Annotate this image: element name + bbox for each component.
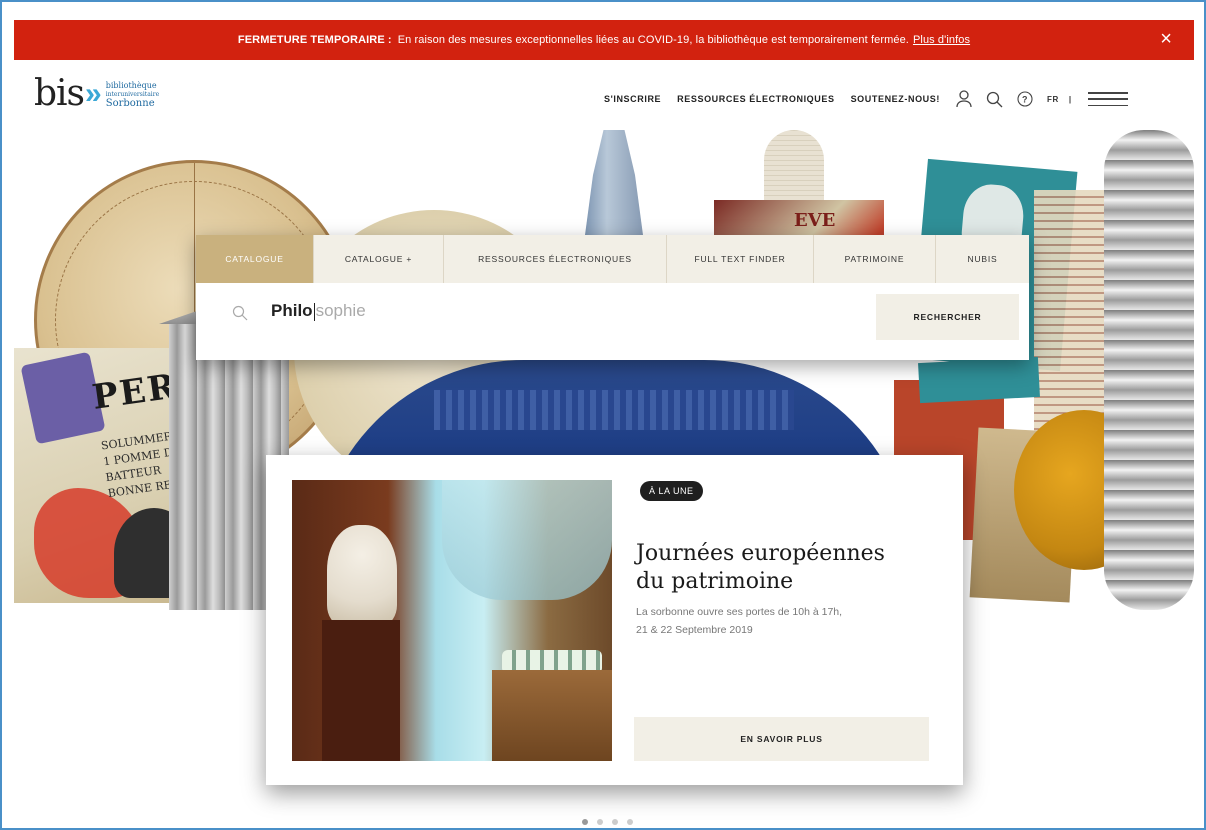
text-caret (313, 302, 315, 321)
tab-catalogue-plus[interactable]: CATALOGUE + (314, 235, 444, 283)
library-reading-room-photo (292, 480, 612, 761)
search-panel: CATALOGUE CATALOGUE + RESSOURCES ÉLECTRO… (196, 235, 1029, 360)
learn-more-button[interactable]: EN SAVOIR PLUS (634, 717, 929, 761)
language-fr[interactable]: FR (1047, 95, 1059, 104)
bust-statue (327, 525, 397, 625)
search-icon[interactable] (986, 91, 1003, 108)
logo-line-1: bibliothèque (105, 80, 157, 90)
tab-catalogue[interactable]: CATALOGUE (196, 235, 314, 283)
search-tabs: CATALOGUE CATALOGUE + RESSOURCES ÉLECTRO… (196, 235, 1029, 283)
alert-label: FERMETURE TEMPORAIRE : (237, 34, 392, 46)
help-icon[interactable]: ? (1017, 91, 1033, 107)
nav-electronic-resources-link[interactable]: RESSOURCES ÉLECTRONIQUES (677, 94, 834, 104)
search-input[interactable]: Philo sophie (271, 301, 771, 321)
nav-support-link[interactable]: SOUTENEZ-NOUS! (851, 94, 940, 104)
carousel-dot-4[interactable] (627, 819, 633, 825)
teal-strip (918, 356, 1040, 404)
covid-alert-banner: FERMETURE TEMPORAIRE : En raison des mes… (14, 20, 1194, 60)
search-row: Philo sophie RECHERCHER (196, 283, 1029, 360)
feature-description: La sorbonne ouvre ses portes de 10h à 17… (636, 606, 843, 636)
close-icon[interactable]: × (1160, 29, 1172, 49)
feature-title: Journées européennes du patrimoine (636, 541, 885, 594)
logo-bis: bis (34, 73, 85, 114)
carousel-dot-3[interactable] (612, 819, 618, 825)
user-icon[interactable] (956, 90, 972, 108)
carousel-dot-2[interactable] (597, 819, 603, 825)
nav-register-link[interactable]: S'INSCRIRE (604, 94, 661, 104)
carousel-dot-1[interactable] (582, 819, 588, 825)
ornamental-column-image (1104, 130, 1194, 610)
language-separator: | (1068, 94, 1072, 104)
logo-subtitle: bibliothèque interuniversitaire Sorbonne (105, 80, 159, 109)
alert-message: En raison des mesures exceptionnelles li… (397, 34, 909, 46)
logo-chevrons: » (85, 77, 102, 110)
search-autocomplete: sophie (315, 301, 366, 320)
menu-hamburger-icon[interactable] (1087, 92, 1128, 106)
tab-electronic-resources[interactable]: RESSOURCES ÉLECTRONIQUES (444, 235, 667, 283)
alert-more-info-link[interactable]: Plus d'infos (913, 34, 970, 46)
featured-news-card: À LA UNE Journées européennes du patrimo… (266, 455, 963, 785)
tab-patrimoine[interactable]: PATRIMOINE (814, 235, 936, 283)
headline-badge: À LA UNE (640, 481, 703, 501)
logo-line-3: Sorbonne (105, 97, 155, 109)
search-field-icon (232, 305, 248, 321)
tab-nubis[interactable]: NUBIS (936, 235, 1029, 283)
site-logo[interactable]: bis » bibliothèque interuniversitaire So… (34, 74, 159, 114)
search-button[interactable]: RECHERCHER (876, 294, 1019, 340)
manuscript-text: EVE (794, 210, 836, 231)
svg-text:?: ? (1022, 95, 1028, 105)
tab-full-text-finder[interactable]: FULL TEXT FINDER (667, 235, 814, 283)
top-nav: S'INSCRIRE RESSOURCES ÉLECTRONIQUES SOUT… (604, 90, 1128, 108)
carousel-dots (582, 819, 633, 825)
search-typed-text: Philo (271, 301, 313, 320)
